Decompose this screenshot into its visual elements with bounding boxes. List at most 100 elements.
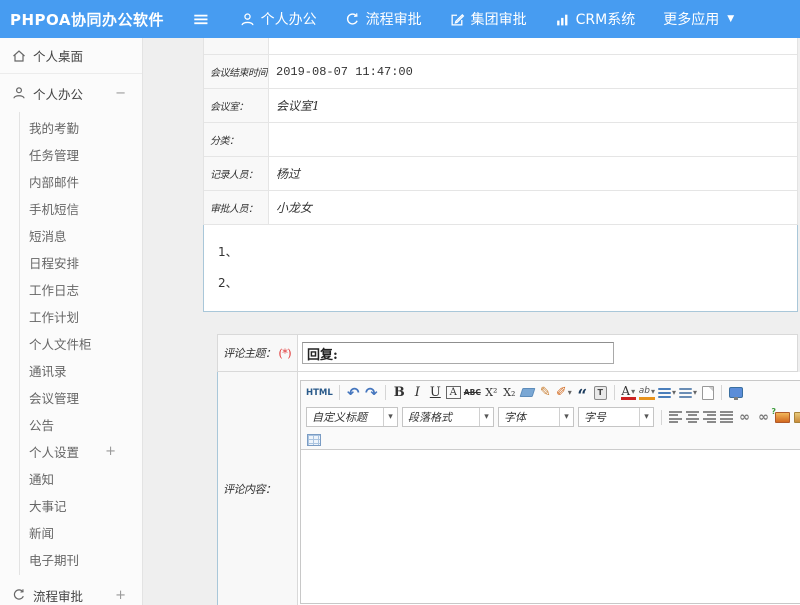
table-row-recorder: 记录人员： 杨过 — [204, 157, 797, 191]
sidebar-item-personal-office[interactable]: 个人办公 − — [0, 74, 142, 112]
field-label: 记录人员： — [204, 157, 269, 190]
table-row-clipped — [204, 38, 797, 55]
fullscreen-icon[interactable] — [728, 384, 743, 402]
align-left-icon[interactable] — [669, 411, 682, 423]
sidebar-item-label: 个人办公 — [33, 84, 83, 103]
paste-plain-text-icon[interactable]: T — [593, 384, 608, 402]
topbar: PHPOA协同办公软件 ≡ 个人办公 流程审批 集团审批 CRM系统 更多应用 … — [0, 0, 800, 38]
menu-item-personal-office[interactable]: 个人办公 — [240, 9, 317, 29]
bold-icon[interactable]: B — [392, 384, 407, 402]
align-right-icon[interactable] — [703, 411, 716, 423]
redo-icon[interactable]: ↷ — [364, 384, 379, 402]
format-painter-icon[interactable]: ✎ — [538, 384, 553, 402]
table-row-end-time: 会议结束时间： 2019-08-07 11:47:00 — [204, 55, 797, 89]
highlight-color-icon[interactable]: ab▾ — [639, 386, 655, 400]
comment-subject-input[interactable] — [302, 342, 614, 364]
font-family-select[interactable]: 字体 ▾ — [498, 407, 574, 427]
sidebar-item-contacts[interactable]: 通讯录 — [20, 357, 142, 384]
sidebar-sublist: 我的考勤 任务管理 内部邮件 手机短信 短消息 日程安排 工作日志 工作计划 个… — [19, 112, 142, 575]
font-color-icon[interactable]: A▾ — [621, 385, 636, 400]
menu-item-crm[interactable]: CRM系统 — [555, 9, 636, 29]
sidebar: 个人桌面 个人办公 − 我的考勤 任务管理 内部邮件 手机短信 短消息 日程安排… — [0, 38, 143, 605]
unordered-list-icon[interactable]: ▾ — [679, 384, 697, 402]
field-label: 分类： — [204, 123, 269, 156]
editor-toolbar-row2: 自定义标题 ▾ 段落格式 ▾ 字体 ▾ — [301, 404, 800, 430]
edit-icon — [450, 12, 465, 27]
field-value: 小龙女 — [269, 191, 797, 224]
user-icon — [240, 12, 255, 27]
table-row-category: 分类： — [204, 123, 797, 157]
menu-label: CRM系统 — [576, 9, 636, 29]
field-value: 杨过 — [269, 157, 797, 190]
sidebar-item-internal-mail[interactable]: 内部邮件 — [20, 168, 142, 195]
expand-plus-icon[interactable]: + — [115, 588, 126, 603]
sidebar-item-task-management[interactable]: 任务管理 — [20, 141, 142, 168]
sidebar-item-my-attendance[interactable]: 我的考勤 — [20, 114, 142, 141]
screenshot-icon[interactable] — [794, 408, 800, 426]
sidebar-item-notice[interactable]: 通知 — [20, 465, 142, 492]
sidebar-item-desktop[interactable]: 个人桌面 — [0, 38, 142, 74]
new-page-icon[interactable] — [700, 384, 715, 402]
sidebar-item-announcement[interactable]: 公告 — [20, 411, 142, 438]
sidebar-item-label: 个人桌面 — [33, 46, 83, 65]
remove-format-eraser-icon[interactable] — [520, 384, 535, 402]
table-row-meeting-room: 会议室： 会议室1 — [204, 89, 797, 123]
ordered-list-icon[interactable]: ▾ — [658, 384, 676, 402]
insert-image-icon[interactable] — [775, 408, 790, 426]
chevron-down-icon: ▼ — [727, 14, 734, 24]
menu-item-workflow-approval[interactable]: 流程审批 — [345, 9, 422, 29]
editor-toolbar-row1: HTML ↶ ↷ B I U A ABC X² X₂ — [301, 381, 800, 404]
comment-content-row: 评论内容： HTML ↶ ↷ B I U — [217, 372, 798, 605]
hamburger-menu-icon[interactable]: ≡ — [192, 9, 210, 30]
app-logo: PHPOA协同办公软件 — [0, 9, 192, 30]
subscript-icon[interactable]: X₂ — [502, 384, 517, 402]
sidebar-item-personal-settings[interactable]: 个人设置 + — [20, 438, 142, 465]
undo-icon[interactable]: ↶ — [346, 384, 361, 402]
html-source-button[interactable]: HTML — [306, 384, 333, 402]
expand-plus-icon[interactable]: + — [105, 444, 116, 459]
heading-select[interactable]: 自定义标题 ▾ — [306, 407, 398, 427]
paragraph-format-select[interactable]: 段落格式 ▾ — [402, 407, 494, 427]
field-label: 会议结束时间： — [204, 55, 269, 88]
insert-link-icon[interactable]: ∞ — [737, 408, 752, 426]
menu-item-more-apps[interactable]: 更多应用 ▼ — [663, 9, 734, 29]
sidebar-item-memorabilia[interactable]: 大事记 — [20, 492, 142, 519]
sidebar-item-schedule[interactable]: 日程安排 — [20, 249, 142, 276]
sidebar-item-workflow-approval[interactable]: 流程审批 + — [0, 579, 142, 605]
blockquote-icon[interactable]: “ — [575, 384, 590, 402]
remove-link-icon[interactable]: ∞? — [756, 408, 771, 426]
justify-icon[interactable] — [720, 411, 733, 423]
strikethrough-icon[interactable]: ABC — [464, 384, 481, 402]
italic-icon[interactable]: I — [410, 384, 425, 402]
required-mark: (*) — [279, 347, 292, 360]
sidebar-item-e-journal[interactable]: 电子期刊 — [20, 546, 142, 573]
sidebar-item-personal-files[interactable]: 个人文件柜 — [20, 330, 142, 357]
meeting-info-table: 会议结束时间： 2019-08-07 11:47:00 会议室： 会议室1 分类… — [203, 38, 798, 225]
sidebar-item-meeting-management[interactable]: 会议管理 — [20, 384, 142, 411]
sidebar-item-work-log[interactable]: 工作日志 — [20, 276, 142, 303]
align-center-icon[interactable] — [686, 411, 699, 423]
sidebar-item-work-plan[interactable]: 工作计划 — [20, 303, 142, 330]
user-icon — [12, 86, 26, 100]
editor-content[interactable] — [301, 449, 800, 603]
comment-subject-label: 评论主题： (*) — [218, 335, 298, 371]
content-line: 2、 — [218, 274, 797, 291]
insert-table-icon[interactable] — [306, 431, 321, 449]
field-label: 会议室： — [204, 89, 269, 122]
menu-item-group-approval[interactable]: 集团审批 — [450, 9, 527, 29]
sidebar-item-short-message[interactable]: 短消息 — [20, 222, 142, 249]
quick-format-pen-icon[interactable]: ✐▾ — [556, 384, 572, 402]
font-size-select[interactable]: 字号 ▾ — [578, 407, 654, 427]
underline-icon[interactable]: U — [428, 384, 443, 402]
format-block-icon[interactable]: A — [446, 386, 461, 399]
chevron-down-icon: ▾ — [559, 408, 573, 426]
field-value — [269, 123, 797, 156]
chevron-down-icon: ▾ — [479, 408, 493, 426]
menu-label: 流程审批 — [366, 9, 422, 29]
sidebar-item-news[interactable]: 新闻 — [20, 519, 142, 546]
collapse-minus-icon[interactable]: − — [115, 86, 126, 101]
superscript-icon[interactable]: X² — [484, 384, 499, 402]
content-line: 1、 — [218, 243, 797, 260]
menu-label: 更多应用 — [663, 9, 719, 29]
sidebar-item-sms[interactable]: 手机短信 — [20, 195, 142, 222]
